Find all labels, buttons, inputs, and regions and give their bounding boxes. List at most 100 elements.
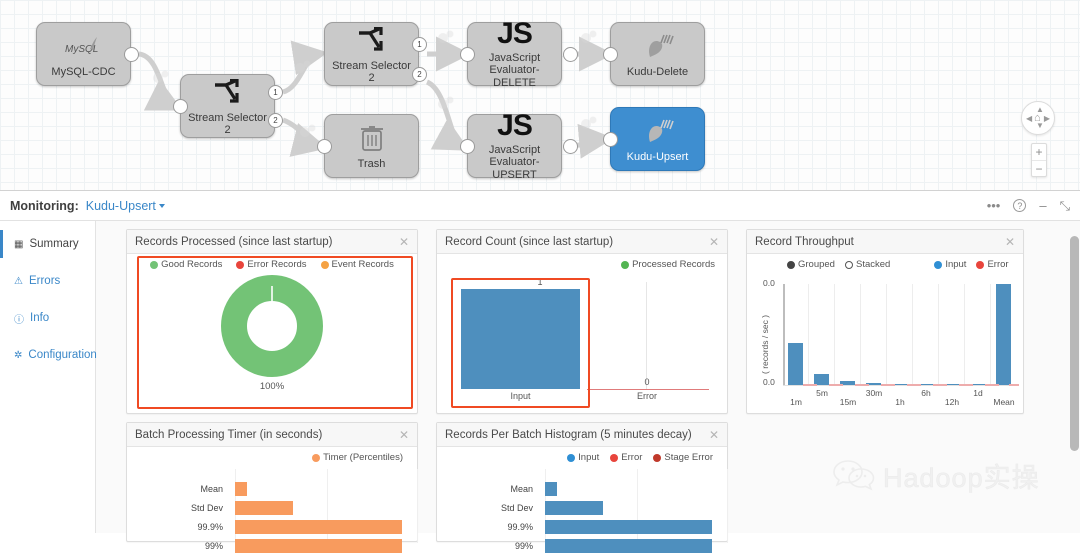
pipeline-node-mysql-cdc[interactable]: MySQL MySQL-CDC [36,22,131,86]
pipeline-node-kudu-delete[interactable]: Kudu-Delete [610,22,705,86]
sidebar-item-configuration[interactable]: ✲ Configuration [0,341,97,369]
more-options-icon[interactable]: ••• [987,199,1001,212]
home-icon[interactable]: ⌂ [1034,113,1041,124]
bar-std-dev[interactable] [235,501,293,515]
close-icon[interactable]: ✕ [399,429,409,441]
output-port-1-stream-selector-2-a[interactable]: 1 [268,85,283,100]
legend-item-processed-records[interactable]: Processed Records [621,259,715,270]
collapse-icon[interactable]: ⤡ [1060,199,1070,212]
legend-item-good-records[interactable]: Good Records [150,259,222,270]
chart-options-legend: Grouped Stacked Input Error [747,254,1023,270]
pan-control[interactable]: ▲ ▼ ◀ ▶ ⌂ [1021,101,1055,135]
x-tick-mean: Mean [993,397,1015,407]
bar-mean[interactable] [545,482,557,496]
bar-input[interactable] [461,289,580,389]
pipeline-canvas[interactable]: MySQL MySQL-CDC Stream Selector 2 1 2 St… [0,0,1080,190]
pipeline-node-js-evaluator-delete[interactable]: JS JavaScript Evaluator-DELETE [467,18,562,89]
sidebar-item-label: Errors [28,275,61,287]
input-port-trash[interactable] [317,139,332,154]
input-port-js-delete[interactable] [460,47,475,62]
input-port-kudu-upsert[interactable] [603,132,618,147]
zoom-out-button[interactable]: − [1032,161,1046,178]
legend-item-input[interactable]: Input [934,259,966,270]
sidebar-item-label: Info [30,312,50,324]
output-port-2-stream-selector-2-b[interactable]: 2 [412,67,427,82]
output-port-js-delete[interactable] [563,47,578,62]
gridline [860,284,861,385]
js-icon: JS [497,108,533,142]
bar-error-30m[interactable] [881,384,895,386]
minimize-icon[interactable]: – [1039,199,1046,212]
pipeline-node-stream-selector-2-a[interactable]: Stream Selector 2 [180,74,275,138]
bar-99-9[interactable] [545,520,712,534]
legend-item-timer-percentiles[interactable]: Timer (Percentiles) [312,452,403,463]
legend-item-input[interactable]: Input [567,452,599,463]
monitoring-scrollbar[interactable] [1070,226,1079,526]
node-label: JavaScript Evaluator-DELETE [488,51,541,89]
sidebar-item-errors[interactable]: ⚠ Errors [0,267,95,295]
kudu-antelope-icon [640,29,676,63]
pipeline-node-kudu-upsert[interactable]: Kudu-Upsert [610,107,705,171]
legend-item-error-records[interactable]: Error Records [236,259,307,270]
legend-label: Timer (Percentiles) [323,452,403,463]
input-port-js-upsert[interactable] [460,139,475,154]
option-stacked[interactable]: Stacked [844,259,890,270]
legend-swatch [150,260,159,269]
input-port-kudu-delete[interactable] [603,47,618,62]
sidebar-item-label: Summary [29,238,79,250]
output-port-js-upsert[interactable] [563,139,578,154]
sidebar-item-info[interactable]: ⓘ Info [0,304,95,332]
pipeline-node-js-evaluator-upsert[interactable]: JS JavaScript Evaluator-UPSERT [467,108,562,181]
legend-item-error[interactable]: Error [976,259,1009,270]
zoom-controls[interactable]: + − [1031,143,1047,177]
input-port-stream-selector-2-a[interactable] [173,99,188,114]
legend-item-stage-error[interactable]: Stage Error [653,452,713,463]
bar-99[interactable] [235,539,402,553]
scrollbar-thumb[interactable] [1070,236,1079,451]
bar-error[interactable] [587,389,709,390]
pipeline-node-stream-selector-2-b[interactable]: Stream Selector 2 [324,22,419,86]
donut-chart[interactable]: 100% [127,274,417,392]
close-icon[interactable]: ✕ [1005,236,1015,248]
bar-99-9[interactable] [235,520,402,534]
bar-error-1d[interactable] [985,384,999,386]
legend-item-event-records[interactable]: Event Records [320,259,394,270]
bar-input-1m[interactable] [788,343,803,385]
bar-99[interactable] [545,539,712,553]
x-tick-1m: 1m [790,397,802,407]
close-icon[interactable]: ✕ [709,236,719,248]
option-label: Grouped [798,259,835,270]
panel-title: Record Count (since last startup) [445,235,614,248]
close-icon[interactable]: ✕ [399,236,409,248]
chevron-down-icon [158,204,165,209]
legend-item-error[interactable]: Error [610,452,642,463]
output-port-2-stream-selector-2-a[interactable]: 2 [268,113,283,128]
pipeline-node-trash[interactable]: Trash [324,114,419,178]
close-icon[interactable]: ✕ [709,429,719,441]
record-throughput-chart[interactable]: Grouped Stacked Input Error (records / … [747,254,1023,413]
panel-record-count: Record Count (since last startup) ✕ Proc… [436,229,728,414]
record-count-chart[interactable]: Processed Records 1 Input 0 Error [437,254,727,413]
bar-error-1h[interactable] [907,384,921,386]
output-port-mysql-cdc[interactable] [124,47,139,62]
pan-right-icon[interactable]: ▶ [1044,115,1050,123]
bar-error-6h[interactable] [933,384,947,386]
bar-input-mean[interactable] [996,284,1011,385]
zoom-in-button[interactable]: + [1032,144,1046,161]
bar-mean[interactable] [235,482,247,496]
option-grouped[interactable]: Grouped [787,259,835,270]
help-icon[interactable]: ? [1013,199,1027,212]
gridline [990,284,991,385]
bar-error-mean[interactable] [1009,384,1019,386]
node-label: Stream Selector 2 [188,111,267,137]
bar-label-999: 99.9% [507,522,533,532]
bar-error-15m[interactable] [855,384,869,386]
pan-left-icon[interactable]: ◀ [1026,115,1032,123]
bar-error-1m[interactable] [803,384,817,386]
bar-std-dev[interactable] [545,501,603,515]
bar-error-12h[interactable] [959,384,973,386]
sidebar-item-summary[interactable]: ▦ Summary [0,230,95,258]
monitoring-stage-selector[interactable]: Kudu-Upsert [86,199,165,213]
output-port-1-stream-selector-2-b[interactable]: 1 [412,37,427,52]
bar-error-5m[interactable] [829,384,843,386]
